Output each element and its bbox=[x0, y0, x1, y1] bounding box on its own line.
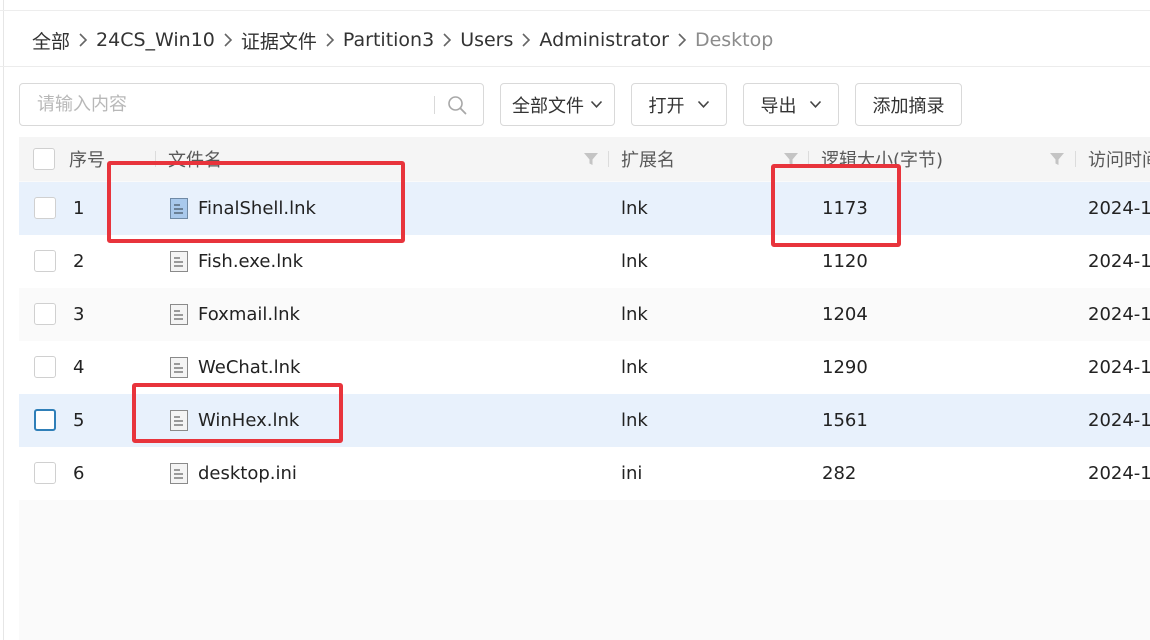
breadcrumb-item-desktop: Desktop bbox=[694, 29, 774, 51]
table-header: 序号 文件名 扩展名 逻辑大小(字节) 访问时间 bbox=[19, 137, 1150, 181]
filter-icon[interactable] bbox=[783, 151, 799, 167]
row-access-time: 2024-1 bbox=[1088, 304, 1150, 325]
filter-icon[interactable] bbox=[583, 151, 599, 167]
chevron-right-icon bbox=[438, 32, 456, 48]
breadcrumb: 全部 24CS_Win10 证据文件 Partition3 Users Admi… bbox=[32, 24, 773, 56]
row-checkbox[interactable] bbox=[34, 250, 56, 272]
row-size: 1204 bbox=[822, 304, 868, 325]
table-row[interactable]: 5 WinHex.lnk lnk 1561 2024-1 bbox=[19, 394, 1150, 447]
search-icon[interactable] bbox=[447, 84, 483, 125]
breadcrumb-divider bbox=[0, 66, 1150, 67]
file-icon bbox=[170, 357, 188, 378]
file-icon bbox=[170, 251, 188, 272]
row-filename: WeChat.lnk bbox=[198, 357, 301, 378]
chevron-right-icon bbox=[219, 32, 237, 48]
breadcrumb-item-partition[interactable]: Partition3 bbox=[343, 29, 434, 51]
row-size: 282 bbox=[822, 463, 857, 484]
row-index: 4 bbox=[73, 357, 85, 378]
row-extension: lnk bbox=[621, 251, 648, 272]
column-header-extension[interactable]: 扩展名 bbox=[621, 137, 675, 181]
row-access-time: 2024-1 bbox=[1088, 251, 1150, 272]
top-divider bbox=[0, 10, 1150, 11]
row-checkbox[interactable] bbox=[34, 356, 56, 378]
add-digest-button[interactable]: 添加摘录 bbox=[855, 83, 962, 126]
row-checkbox[interactable] bbox=[34, 303, 56, 325]
column-divider bbox=[1075, 151, 1076, 167]
row-extension: lnk bbox=[621, 357, 648, 378]
row-extension: lnk bbox=[621, 198, 648, 219]
table-row[interactable]: 1 FinalShell.lnk lnk 1173 2024-1 bbox=[19, 182, 1150, 235]
search-input[interactable] bbox=[20, 84, 434, 125]
chevron-right-icon bbox=[673, 32, 691, 48]
row-extension: lnk bbox=[621, 410, 648, 431]
breadcrumb-item-users[interactable]: Users bbox=[460, 29, 513, 51]
all-files-filter-label: 全部文件 bbox=[512, 95, 584, 117]
row-extension: ini bbox=[621, 463, 643, 484]
row-access-time: 2024-1 bbox=[1088, 357, 1150, 378]
chevron-down-icon bbox=[697, 100, 710, 109]
row-filename: Fish.exe.lnk bbox=[198, 251, 304, 272]
column-header-filename[interactable]: 文件名 bbox=[168, 137, 222, 181]
file-browser: 全部 24CS_Win10 证据文件 Partition3 Users Admi… bbox=[0, 0, 1150, 640]
row-checkbox[interactable] bbox=[34, 462, 56, 484]
open-dropdown-button[interactable]: 打开 bbox=[631, 83, 727, 126]
row-size: 1173 bbox=[822, 198, 868, 219]
row-access-time: 2024-1 bbox=[1088, 463, 1150, 484]
breadcrumb-item-evidence-source[interactable]: 24CS_Win10 bbox=[96, 29, 215, 51]
column-divider bbox=[608, 151, 609, 167]
row-size: 1561 bbox=[822, 410, 868, 431]
file-icon bbox=[170, 463, 188, 484]
row-filename: FinalShell.lnk bbox=[198, 198, 316, 219]
row-filename: Foxmail.lnk bbox=[198, 304, 300, 325]
row-access-time: 2024-1 bbox=[1088, 410, 1150, 431]
file-table: 序号 文件名 扩展名 逻辑大小(字节) 访问时间 1 FinalShell.ln… bbox=[19, 137, 1150, 640]
row-access-time: 2024-1 bbox=[1088, 198, 1150, 219]
search-box bbox=[19, 83, 484, 126]
filter-icon[interactable] bbox=[1049, 151, 1065, 167]
open-label: 打开 bbox=[648, 95, 685, 117]
breadcrumb-item-evidence-files[interactable]: 证据文件 bbox=[241, 27, 317, 54]
export-dropdown-button[interactable]: 导出 bbox=[743, 83, 839, 126]
column-divider bbox=[808, 151, 809, 167]
row-index: 5 bbox=[73, 410, 85, 431]
table-row[interactable]: 3 Foxmail.lnk lnk 1204 2024-1 bbox=[19, 288, 1150, 341]
row-extension: lnk bbox=[621, 304, 648, 325]
chevron-right-icon bbox=[74, 32, 92, 48]
add-digest-label: 添加摘录 bbox=[872, 95, 945, 117]
table-row[interactable]: 2 Fish.exe.lnk lnk 1120 2024-1 bbox=[19, 235, 1150, 288]
left-border bbox=[3, 0, 4, 640]
breadcrumb-item-all[interactable]: 全部 bbox=[32, 27, 70, 54]
file-icon bbox=[170, 410, 188, 431]
row-index: 1 bbox=[73, 198, 85, 219]
row-filename: WinHex.lnk bbox=[198, 410, 300, 431]
row-index: 3 bbox=[73, 304, 85, 325]
row-checkbox[interactable] bbox=[34, 409, 56, 431]
table-row[interactable]: 6 desktop.ini ini 282 2024-1 bbox=[19, 447, 1150, 500]
file-icon bbox=[170, 304, 188, 325]
chevron-right-icon bbox=[321, 32, 339, 48]
row-index: 6 bbox=[73, 463, 85, 484]
all-files-filter-dropdown[interactable]: 全部文件 bbox=[500, 83, 615, 126]
column-header-access-time[interactable]: 访问时间 bbox=[1088, 137, 1150, 181]
search-divider bbox=[434, 95, 435, 114]
chevron-down-icon bbox=[590, 100, 603, 109]
export-label: 导出 bbox=[760, 95, 797, 117]
chevron-down-icon bbox=[809, 100, 822, 109]
row-size: 1120 bbox=[822, 251, 868, 272]
table-row[interactable]: 4 WeChat.lnk lnk 1290 2024-1 bbox=[19, 341, 1150, 394]
chevron-right-icon bbox=[517, 32, 535, 48]
breadcrumb-item-administrator[interactable]: Administrator bbox=[539, 29, 669, 51]
select-all-checkbox[interactable] bbox=[33, 148, 55, 170]
row-filename: desktop.ini bbox=[198, 463, 297, 484]
column-divider bbox=[155, 151, 156, 167]
file-icon bbox=[170, 198, 188, 219]
row-checkbox[interactable] bbox=[34, 197, 56, 219]
row-index: 2 bbox=[73, 251, 85, 272]
row-size: 1290 bbox=[822, 357, 868, 378]
column-header-logical-size[interactable]: 逻辑大小(字节) bbox=[821, 137, 943, 181]
column-header-index[interactable]: 序号 bbox=[69, 137, 105, 181]
